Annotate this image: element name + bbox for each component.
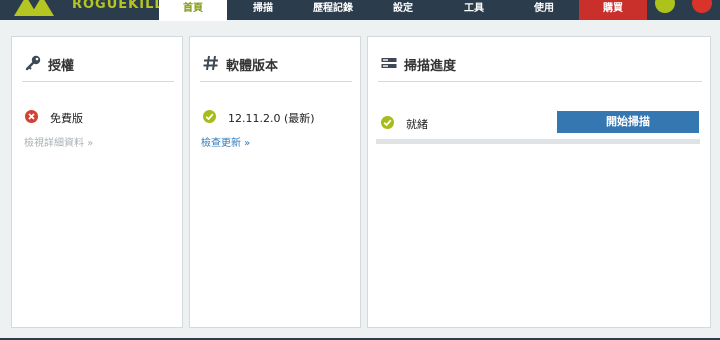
license-panel-header: 授權	[22, 51, 174, 82]
minimize-button[interactable]	[655, 0, 675, 13]
version-panel-header: 軟體版本	[200, 51, 352, 82]
version-panel: 軟體版本 12.11.2.0 (最新) 檢查更新 »	[189, 36, 361, 328]
view-details-link[interactable]: 檢視詳細資料 »	[24, 134, 93, 149]
scan-title: 掃描進度	[404, 59, 457, 74]
tab-settings[interactable]: 設定	[367, 0, 439, 20]
license-title: 授權	[48, 59, 75, 74]
scan-panel-header: 掃描進度	[378, 51, 702, 82]
check-icon	[381, 116, 394, 129]
scan-status: 就緒	[406, 118, 428, 131]
version-title: 軟體版本	[226, 59, 279, 74]
error-x-icon	[25, 110, 38, 123]
tab-buy[interactable]: 購買	[579, 0, 647, 20]
server-icon	[381, 58, 397, 68]
tab-help[interactable]: 使用	[509, 0, 579, 20]
logo-mark-icon-secondary	[30, 0, 54, 16]
key-icon	[25, 55, 41, 71]
tab-home[interactable]: 首頁	[159, 0, 227, 21]
scan-progress-bar	[376, 139, 700, 144]
license-status: 免費版	[50, 112, 83, 125]
check-icon	[203, 110, 216, 123]
version-value: 12.11.2.0 (最新)	[228, 112, 315, 125]
license-panel: 授權 免費版 檢視詳細資料 »	[11, 36, 183, 328]
start-scan-button[interactable]: 開始掃描	[557, 111, 699, 133]
close-button[interactable]	[692, 0, 712, 13]
tab-history[interactable]: 歷程記錄	[299, 0, 367, 20]
hash-icon	[203, 55, 218, 71]
tab-scan[interactable]: 掃描	[227, 0, 299, 20]
top-navigation-bar: ROGUEKILLER 首頁 掃描 歷程記錄 設定 工具 使用 購買	[0, 0, 720, 21]
scan-panel: 掃描進度 就緒 開始掃描	[367, 36, 711, 328]
tab-tools[interactable]: 工具	[439, 0, 509, 20]
check-updates-link[interactable]: 檢查更新 »	[201, 134, 250, 149]
